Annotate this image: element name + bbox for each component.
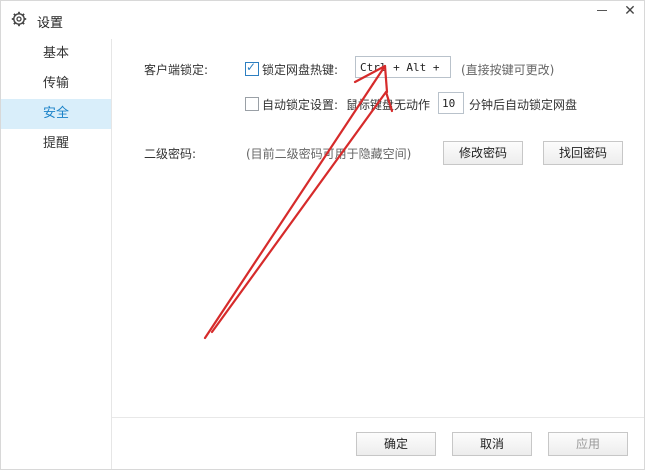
sidebar-item-label: 基本 <box>42 46 69 61</box>
second-password-hint: (目前二级密码可用于隐藏空间) <box>246 147 412 161</box>
autolock-checkbox-label: 自动锁定设置: <box>262 98 339 112</box>
sidebar-item-label: 安全 <box>42 106 69 121</box>
autolock-checkbox[interactable] <box>245 97 259 111</box>
hotkey-input[interactable] <box>355 56 451 78</box>
autolock-suffix: 分钟后自动锁定网盘 <box>469 98 578 112</box>
client-lock-label: 客户端锁定: <box>144 63 209 77</box>
settings-window: 设置 ✕ 基本 传输 安全 提醒 客户端锁定: 锁定网盘热键: (直接按键可更改… <box>0 0 645 470</box>
sidebar-item-security[interactable]: 安全 <box>1 99 111 129</box>
second-password-label: 二级密码: <box>144 147 197 161</box>
minimize-icon[interactable] <box>593 3 611 17</box>
recover-password-button[interactable]: 找回密码 <box>543 141 623 165</box>
settings-sidebar: 基本 传输 安全 提醒 <box>1 39 112 469</box>
apply-button[interactable]: 应用 <box>548 432 628 456</box>
gear-icon <box>11 11 27 27</box>
sidebar-item-transfer[interactable]: 传输 <box>1 69 111 99</box>
hotkey-hint: (直接按键可更改) <box>461 63 555 77</box>
security-panel: 客户端锁定: 锁定网盘热键: (直接按键可更改) 自动锁定设置: 鼠标键盘无动作… <box>112 39 644 469</box>
hotkey-checkbox[interactable] <box>245 60 259 76</box>
title-bar: 设置 ✕ <box>1 1 644 39</box>
hotkey-checkbox-label: 锁定网盘热键: <box>262 63 339 77</box>
sidebar-item-basic[interactable]: 基本 <box>1 39 111 69</box>
ok-button[interactable]: 确定 <box>356 432 436 456</box>
close-icon[interactable]: ✕ <box>621 3 639 19</box>
window-title: 设置 <box>37 16 64 31</box>
footer-divider <box>112 417 644 418</box>
sidebar-item-label: 提醒 <box>42 136 69 151</box>
sidebar-item-reminder[interactable]: 提醒 <box>1 129 111 159</box>
cancel-button[interactable]: 取消 <box>452 432 532 456</box>
sidebar-item-label: 传输 <box>42 76 69 91</box>
autolock-minutes-input[interactable] <box>438 92 464 114</box>
change-password-button[interactable]: 修改密码 <box>443 141 523 165</box>
autolock-prefix: 鼠标键盘无动作 <box>346 98 431 112</box>
